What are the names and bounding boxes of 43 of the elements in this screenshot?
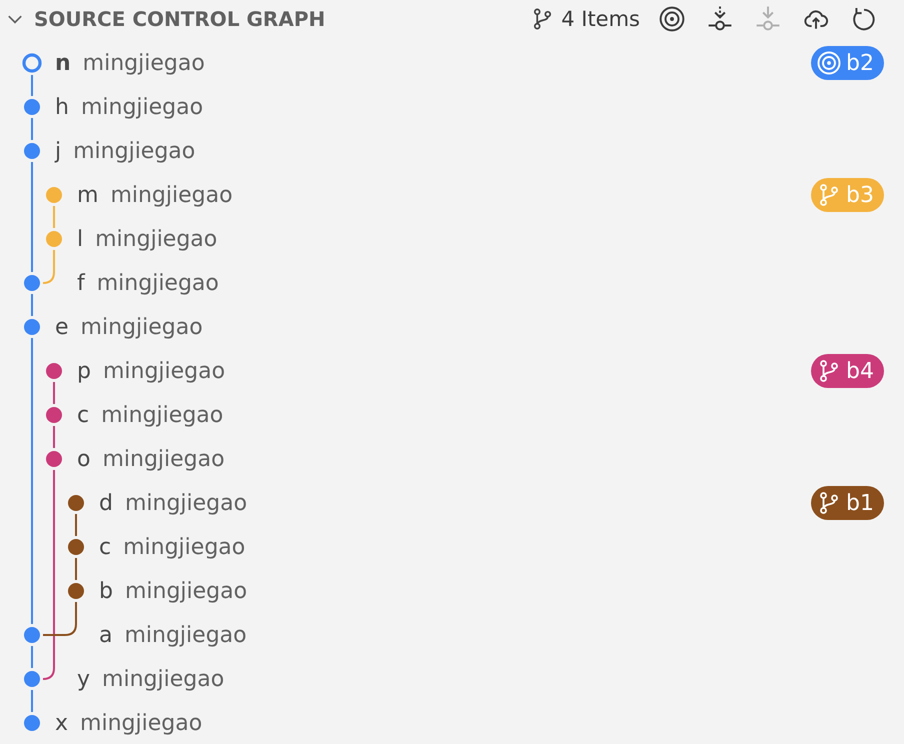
- commit-author: mingjiegao: [101, 402, 224, 428]
- commit-message: j: [55, 138, 62, 164]
- badge-label: b1: [846, 490, 874, 516]
- dashed-arrow-down-icon: [707, 6, 733, 32]
- commit-author: mingjiegao: [123, 534, 246, 560]
- commit-author: mingjiegao: [102, 446, 225, 472]
- commit-message: h: [55, 94, 69, 120]
- commit-message: n: [55, 50, 71, 76]
- section-title: SOURCE CONTROL GRAPH: [34, 7, 326, 31]
- commit-message: a: [99, 622, 112, 648]
- arrow-down-icon: [755, 6, 781, 32]
- refresh-icon: [851, 6, 877, 32]
- commit-author: mingjiegao: [73, 138, 196, 164]
- commit-message: m: [77, 182, 98, 208]
- commit-message: x: [55, 710, 68, 736]
- commit-message: p: [77, 358, 91, 384]
- commit-message: b: [99, 578, 113, 604]
- commit-author: mingjiegao: [124, 622, 247, 648]
- commit-message: d: [99, 490, 113, 516]
- commit-author: mingjiegao: [80, 314, 203, 340]
- commit-message: l: [77, 226, 84, 252]
- badge-label: b4: [846, 358, 874, 384]
- target-icon: [817, 51, 842, 75]
- commit-author: mingjiegao: [124, 578, 248, 604]
- commit-author: mingjiegao: [96, 270, 219, 296]
- commit-author: mingjiegao: [102, 666, 224, 692]
- badge-label: b2: [846, 50, 874, 76]
- commit-message: o: [77, 446, 90, 472]
- badge-label: b3: [846, 182, 874, 208]
- commit-message: c: [77, 402, 90, 428]
- commit-author: mingjiegao: [102, 358, 226, 384]
- commit-message: f: [77, 270, 85, 296]
- commit-author: mingjiegao: [110, 182, 233, 208]
- commit-author: mingjiegao: [82, 50, 205, 76]
- commit-author: mingjiegao: [124, 490, 248, 516]
- commit-author: mingjiegao: [95, 226, 218, 252]
- commit-message: y: [77, 666, 90, 692]
- commit-author: mingjiegao: [80, 94, 204, 120]
- commit-message: e: [55, 314, 69, 340]
- branch-picker-button[interactable]: 4 Items: [527, 3, 644, 35]
- target-icon: [659, 6, 685, 32]
- commit-message: c: [99, 534, 112, 560]
- commit-author: mingjiegao: [80, 710, 202, 736]
